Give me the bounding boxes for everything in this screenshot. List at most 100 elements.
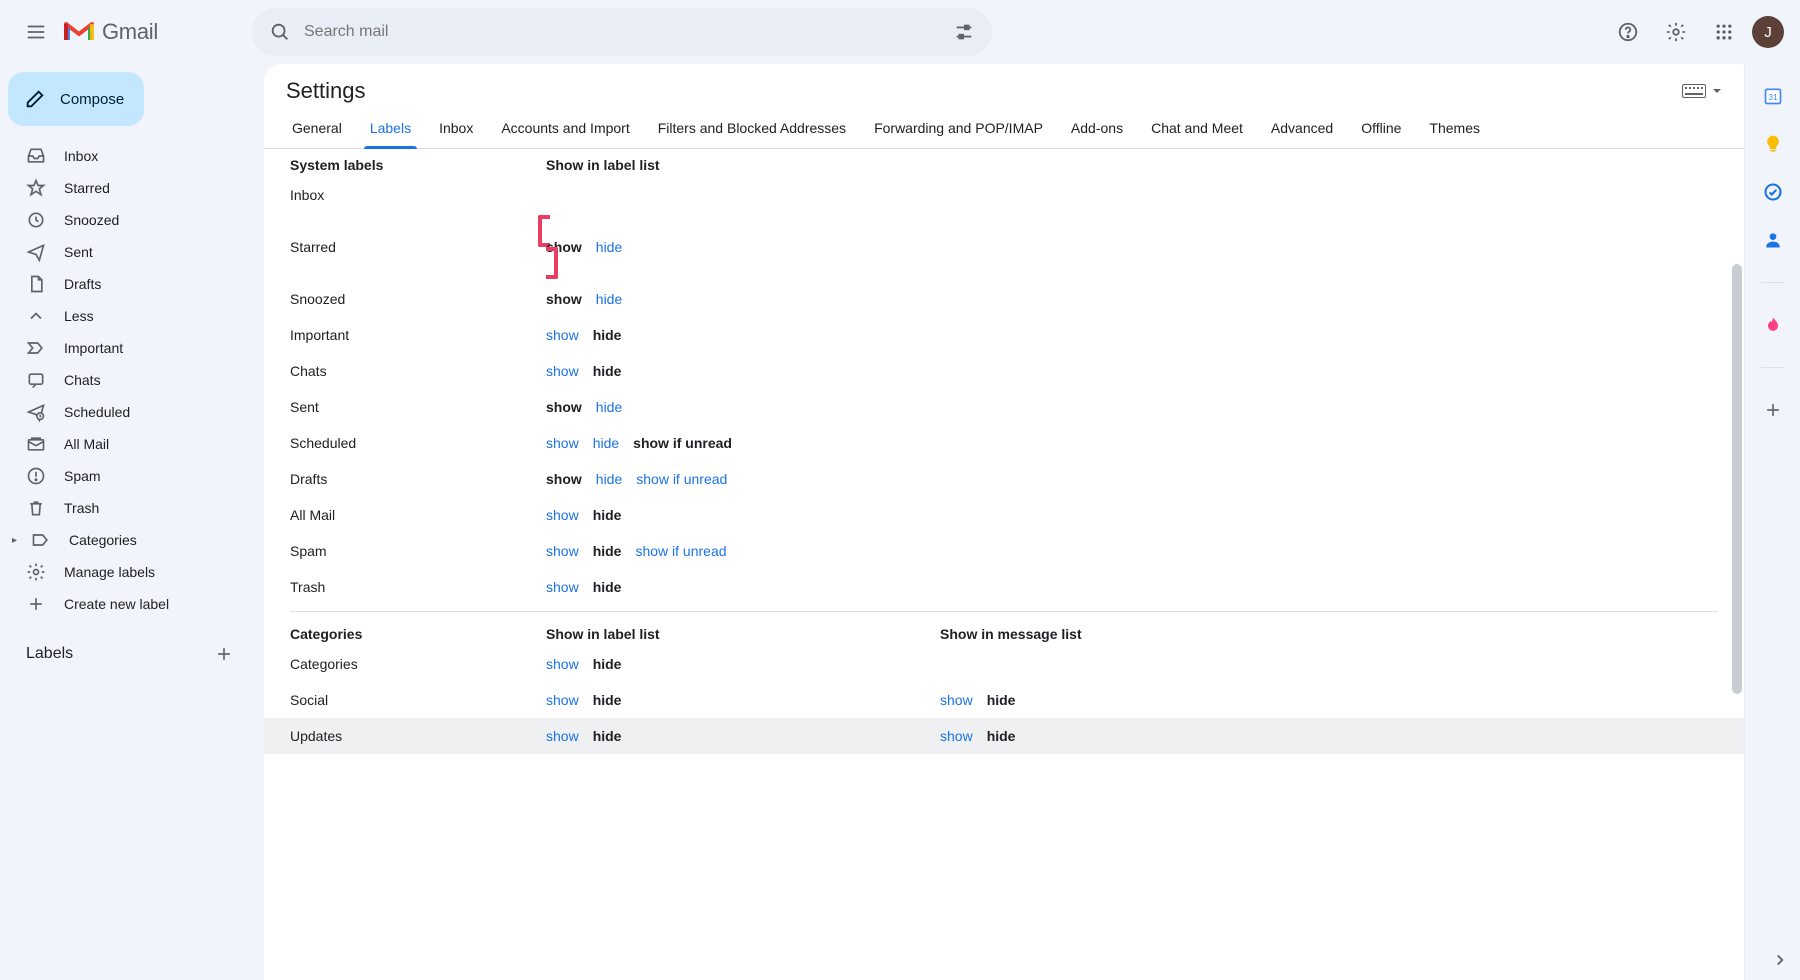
sidebar-item-manage-labels[interactable]: Manage labels [8,556,256,588]
settings-button[interactable] [1656,12,1696,52]
gmail-logo[interactable]: Gmail [64,19,244,45]
hide-side-panel-button[interactable] [1766,946,1794,974]
tab-filters-and-blocked-addresses[interactable]: Filters and Blocked Addresses [648,110,856,148]
sidebar-item-less[interactable]: Less [8,300,256,332]
sidebar-item-all-mail[interactable]: All Mail [8,428,256,460]
contacts-app[interactable] [1763,230,1783,250]
tab-chat-and-meet[interactable]: Chat and Meet [1141,110,1253,148]
option-show[interactable]: show [546,471,582,487]
label-name: All Mail [290,507,546,523]
search-button[interactable] [260,12,300,52]
help-icon [1617,21,1639,43]
sidebar-item-important[interactable]: Important [8,332,256,364]
sidebar-item-label: Inbox [64,148,98,164]
option-hide[interactable]: hide [593,507,622,523]
star-icon [26,178,46,198]
option-show[interactable]: show [940,728,973,744]
option-show[interactable]: show [546,656,579,672]
trash-icon [26,498,46,518]
search-input[interactable] [300,23,944,41]
option-show[interactable]: show [546,579,579,595]
add-label-button[interactable] [208,638,240,670]
option-hide[interactable]: hide [593,327,622,343]
option-hide[interactable]: hide [987,692,1016,708]
sidebar-item-create-new-label[interactable]: Create new label [8,588,256,620]
option-hide[interactable]: hide [593,728,622,744]
account-avatar[interactable]: J [1752,16,1784,48]
label-row-important: Importantshowhide [264,317,1744,353]
option-show-if-unread[interactable]: show if unread [636,471,727,487]
highlight-box: show hide [538,215,940,279]
tab-labels[interactable]: Labels [360,110,421,148]
input-tools-button[interactable] [1682,84,1722,98]
option-show-if-unread[interactable]: show if unread [633,435,732,451]
compose-label: Compose [60,91,124,108]
tasks-app[interactable] [1763,182,1783,202]
calendar-app[interactable]: 31 [1763,86,1783,106]
tab-offline[interactable]: Offline [1351,110,1411,148]
option-hide[interactable]: hide [987,728,1016,744]
option-show-if-unread[interactable]: show if unread [635,543,726,559]
option-hide[interactable]: hide [596,291,622,307]
option-hide[interactable]: hide [593,579,622,595]
option-show[interactable]: show [546,363,579,379]
option-hide[interactable]: hide [593,543,622,559]
option-hide[interactable]: hide [593,435,619,451]
tab-advanced[interactable]: Advanced [1261,110,1343,148]
section-divider [290,611,1718,612]
option-hide[interactable]: hide [593,656,622,672]
option-show[interactable]: show [546,239,582,255]
option-hide[interactable]: hide [596,399,622,415]
search-options-button[interactable] [944,12,984,52]
option-show[interactable]: show [546,327,579,343]
gmail-logo-text: Gmail [102,19,158,45]
main-menu-button[interactable] [16,12,56,52]
tab-themes[interactable]: Themes [1419,110,1490,148]
get-addons-button[interactable] [1763,400,1783,420]
option-show[interactable]: show [546,728,579,744]
sidebar-item-starred[interactable]: Starred [8,172,256,204]
option-show[interactable]: show [546,692,579,708]
sidebar-item-drafts[interactable]: Drafts [8,268,256,300]
tab-forwarding-and-pop-imap[interactable]: Forwarding and POP/IMAP [864,110,1053,148]
scrollbar-thumb[interactable] [1732,264,1742,694]
search-bar[interactable] [252,8,992,56]
labels-heading: Labels [26,645,73,663]
sidebar-item-chats[interactable]: Chats [8,364,256,396]
compose-button[interactable]: Compose [8,72,144,126]
option-show[interactable]: show [546,543,579,559]
option-hide[interactable]: hide [593,692,622,708]
option-hide[interactable]: hide [593,363,622,379]
sidebar-item-scheduled[interactable]: Scheduled [8,396,256,428]
chevron-up-icon [26,306,46,326]
tab-general[interactable]: General [282,110,352,148]
sidebar-item-trash[interactable]: Trash [8,492,256,524]
label-name: Starred [290,239,546,255]
sidebar-item-label: Trash [64,500,99,516]
apps-button[interactable] [1704,12,1744,52]
option-show[interactable]: show [546,435,579,451]
addon-app[interactable] [1763,315,1783,335]
column-heading: Show in label list [546,626,940,642]
option-show[interactable]: show [940,692,973,708]
tab-accounts-and-import[interactable]: Accounts and Import [491,110,639,148]
gear-icon [26,562,46,582]
sidebar-item-snoozed[interactable]: Snoozed [8,204,256,236]
sidebar-item-sent[interactable]: Sent [8,236,256,268]
label-name: Categories [290,656,546,672]
allmail-icon [26,434,46,454]
tab-add-ons[interactable]: Add-ons [1061,110,1133,148]
sidebar-item-spam[interactable]: Spam [8,460,256,492]
label-row-drafts: Draftsshowhideshow if unread [264,461,1744,497]
option-hide[interactable]: hide [596,471,622,487]
option-show[interactable]: show [546,507,579,523]
label-name: Updates [290,728,546,744]
tab-inbox[interactable]: Inbox [429,110,483,148]
keep-app[interactable] [1763,134,1783,154]
option-show[interactable]: show [546,399,582,415]
support-button[interactable] [1608,12,1648,52]
option-show[interactable]: show [546,291,582,307]
sidebar-item-categories[interactable]: ▸Categories [8,524,256,556]
option-hide[interactable]: hide [596,239,622,255]
sidebar-item-inbox[interactable]: Inbox [8,140,256,172]
